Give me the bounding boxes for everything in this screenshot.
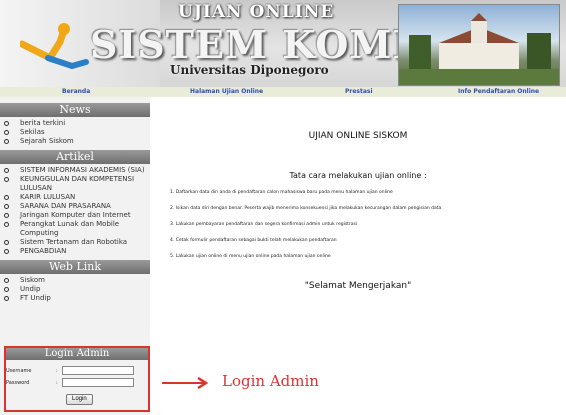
artikel-link[interactable]: Sistem Tertanam dan Robotika — [0, 238, 150, 247]
news-link[interactable]: Sekilas — [0, 128, 150, 137]
username-row: Username : — [6, 366, 134, 375]
password-label: Password — [6, 380, 30, 386]
news-header: News — [0, 103, 150, 117]
nav-halaman-ujian-online[interactable]: Halaman Ujian Online — [190, 88, 263, 95]
figure-logo-icon — [20, 23, 89, 70]
banner-title-top: UJIAN ONLINE — [178, 2, 335, 22]
artikel-link[interactable]: SARANA DAN PRASARANA — [0, 202, 150, 211]
banner-subtitle: Universitas Diponegoro — [170, 63, 329, 77]
username-label: Username — [6, 368, 32, 374]
artikel-link[interactable]: KARIR LULUSAN — [0, 193, 150, 202]
instruction-step: 3. Lakukan pembayaran pendaftaran dan se… — [170, 222, 358, 227]
password-colon: : — [56, 380, 58, 386]
news-link[interactable]: Sejarah Siskom — [0, 137, 150, 146]
news-list: berita terkini Sekilas Sejarah Siskom — [0, 119, 150, 146]
annotation-label: Login Admin — [222, 372, 319, 390]
nav-info-pendaftaran[interactable]: Info Pendaftaran Online — [458, 88, 539, 95]
instruction-step: 2. Isikan data diri dengan benar. Pesert… — [170, 206, 442, 211]
nav-beranda[interactable]: Beranda — [62, 88, 90, 95]
artikel-link[interactable]: Perangkat Lunak dan Mobile Computing — [0, 220, 150, 238]
login-header: Login Admin — [6, 348, 148, 360]
site-banner: UJIAN ONLINE SISTEM KOMPUTER Universitas… — [0, 0, 566, 87]
main-nav: Beranda Halaman Ujian Online Prestasi In… — [0, 87, 566, 97]
instructions-list: 1. Daftarkan data diri anda di pendaftar… — [170, 190, 560, 270]
artikel-link[interactable]: SISTEM INFORMASI AKADEMIS (SIA) — [0, 166, 150, 175]
weblink-header: Web Link — [0, 260, 150, 274]
weblink-link[interactable]: FT Undip — [0, 294, 150, 303]
closing-message: "Selamat Mengerjakan" — [304, 281, 412, 291]
login-admin-box: Login Admin Username : Password : Login — [4, 346, 150, 412]
nav-prestasi[interactable]: Prestasi — [345, 88, 373, 95]
weblink-list: Siskom Undip FT Undip — [0, 276, 150, 303]
weblink-link[interactable]: Undip — [0, 285, 150, 294]
instruction-step: 4. Cetak formulir pendaftaran sebagai bu… — [170, 238, 337, 243]
artikel-header: Artikel — [0, 150, 150, 164]
campus-photo — [398, 4, 560, 86]
main-content: UJIAN ONLINE SISKOM Tata cara melakukan … — [150, 97, 566, 415]
sidebar: News berita terkini Sekilas Sejarah Sisk… — [0, 97, 150, 415]
news-link[interactable]: berita terkini — [0, 119, 150, 128]
artikel-link[interactable]: PENGABDIAN — [0, 247, 150, 256]
artikel-list: SISTEM INFORMASI AKADEMIS (SIA) KEUNGGUL… — [0, 166, 150, 256]
arrow-right-icon — [162, 377, 209, 389]
username-input[interactable] — [62, 366, 134, 375]
artikel-link[interactable]: Jaringan Komputer dan Internet — [0, 211, 150, 220]
page-title: UJIAN ONLINE SISKOM — [308, 131, 408, 141]
instruction-step: 5. Lakukan ujian online di menu ujian on… — [170, 254, 331, 259]
instruction-step: 1. Daftarkan data diri anda di pendaftar… — [170, 190, 393, 195]
password-input[interactable] — [62, 378, 134, 387]
artikel-link[interactable]: KEUNGGULAN DAN KOMPETENSI LULUSAN — [0, 175, 150, 193]
password-row: Password : — [6, 378, 134, 387]
login-button[interactable]: Login — [66, 394, 93, 405]
username-colon: : — [56, 368, 58, 374]
weblink-link[interactable]: Siskom — [0, 276, 150, 285]
instructions-heading: Tata cara melakukan ujian online : — [289, 171, 427, 180]
